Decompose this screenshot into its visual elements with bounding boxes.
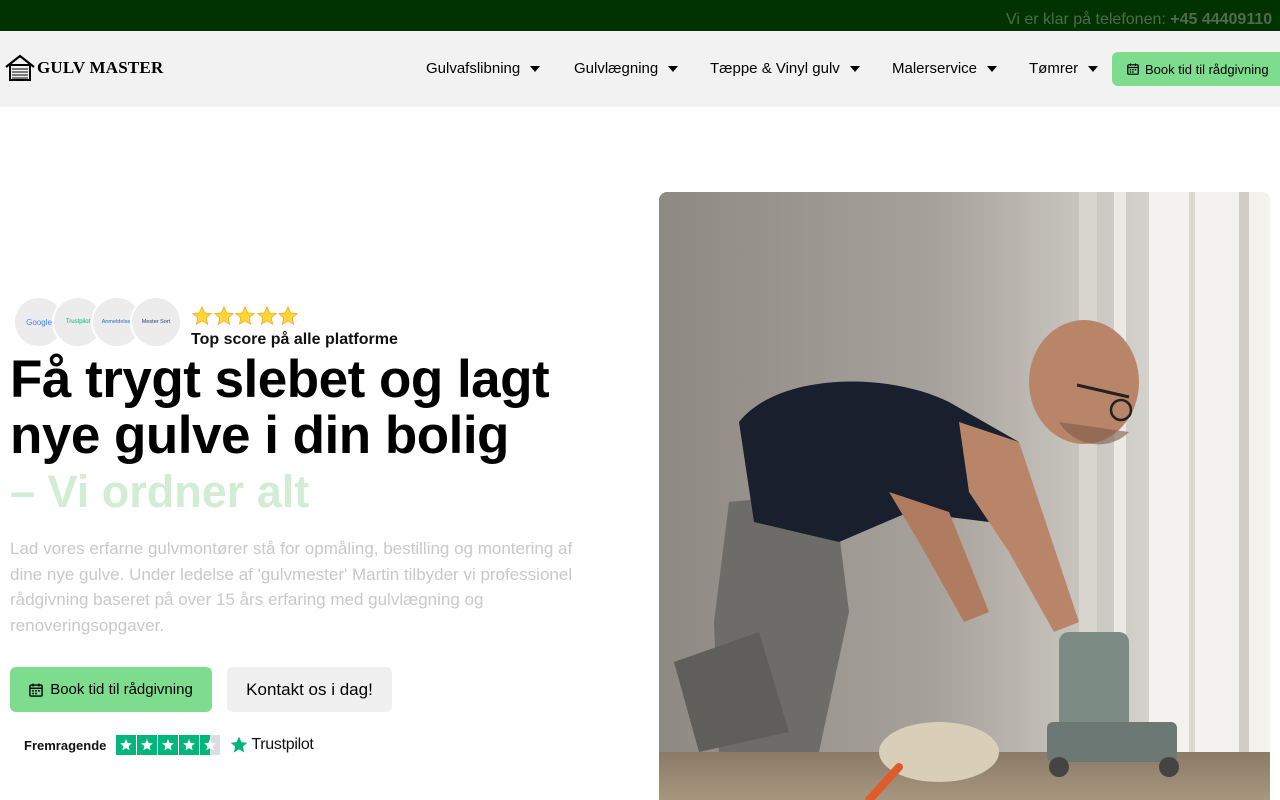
top-bar: Vi er klar på telefonen: +45 44409110	[0, 0, 1280, 31]
hero-description: Lad vores erfarne gulvmontører stå for o…	[10, 539, 573, 635]
header-book-label: Book tid til rådgivning	[1145, 61, 1269, 77]
mester-badge-label: Mester Sort	[141, 319, 171, 325]
nav-item-taeppe-vinyl[interactable]: Tæppe & Vinyl gulv	[710, 60, 860, 77]
phone-number[interactable]: +45 44409110	[1170, 11, 1272, 28]
review-badges: Google Trustpilot Anmeldelser Mester Sor…	[13, 296, 183, 348]
calendar-icon	[29, 683, 43, 697]
floor-worker-photo	[659, 192, 1270, 800]
trustpilot-badge-label: Trustpilot	[65, 319, 91, 325]
anmeldelser-badge-label: Anmeldelser	[101, 319, 133, 325]
caret-down-icon	[987, 65, 998, 72]
logo-text: GULV MASTER	[37, 58, 164, 77]
nav-label: Malerservice	[892, 60, 978, 77]
hero-image	[659, 192, 1270, 800]
nav-label: Gulvafslibning	[426, 60, 521, 77]
google-badge-label: Google	[26, 317, 52, 327]
book-consultation-button[interactable]: Book tid til rådgivning	[10, 667, 212, 712]
nav-item-malerservice[interactable]: Malerservice	[892, 60, 998, 77]
contact-label: Kontakt os i dag!	[246, 679, 373, 699]
header-book-button[interactable]: Book tid til rådgivning	[1112, 52, 1280, 86]
trustpilot-half-star-icon	[200, 735, 221, 755]
trustpilot-widget[interactable]: Fremragende Trustpilot	[24, 733, 314, 757]
nav-item-gulvafslibning[interactable]: Gulvafslibning	[426, 60, 541, 77]
trustpilot-star-icon	[116, 735, 137, 755]
hero-headline: Få trygt slebet og lagt nye gulve i din …	[10, 350, 550, 465]
star-icon	[191, 305, 213, 326]
trustpilot-logo: Trustpilot	[229, 735, 314, 755]
logo[interactable]: GULV MASTER	[4, 54, 163, 82]
caret-down-icon	[1088, 65, 1099, 72]
house-icon	[5, 54, 35, 81]
trustpilot-stars	[116, 735, 221, 755]
caret-down-icon	[849, 65, 860, 72]
caret-down-icon	[530, 65, 541, 72]
trustpilot-star-icon	[158, 735, 179, 755]
book-consultation-label: Book tid til rådgivning	[50, 681, 193, 698]
phone-label: Vi er klar på telefonen:	[1006, 11, 1171, 28]
contact-button[interactable]: Kontakt os i dag!	[227, 667, 392, 712]
nav-item-gulvlaegning[interactable]: Gulvlægning	[574, 60, 679, 77]
star-icon	[213, 305, 234, 326]
star-icon	[234, 305, 256, 326]
trustpilot-star-icon	[137, 735, 158, 755]
trustpilot-rating-label: Fremragende	[24, 737, 107, 753]
trustpilot-star-icon	[179, 735, 200, 755]
score-text: Top score på alle platforme	[191, 331, 398, 348]
phone-announcement[interactable]: Vi er klar på telefonen: +45 44409110	[1006, 11, 1272, 29]
caret-down-icon	[668, 65, 679, 72]
hero-subheadline: – Vi ordner alt	[10, 466, 310, 517]
star-icon	[256, 305, 277, 326]
nav-label: Tømrer	[1029, 60, 1079, 77]
star-icon	[277, 305, 299, 326]
trustpilot-brand: Trustpilot	[251, 736, 314, 753]
nav-label: Tæppe & Vinyl gulv	[710, 60, 840, 77]
calendar-icon	[1127, 63, 1139, 75]
nav-item-tomrer[interactable]: Tømrer	[1029, 60, 1099, 77]
nav-label: Gulvlægning	[574, 60, 659, 77]
rating-stars	[191, 305, 299, 327]
mester-badge: Mester Sort	[130, 296, 182, 348]
site-header: GULV MASTER Gulvafslibning Gulvlægning T…	[0, 31, 1280, 107]
trustpilot-logo-star-icon	[231, 736, 248, 753]
